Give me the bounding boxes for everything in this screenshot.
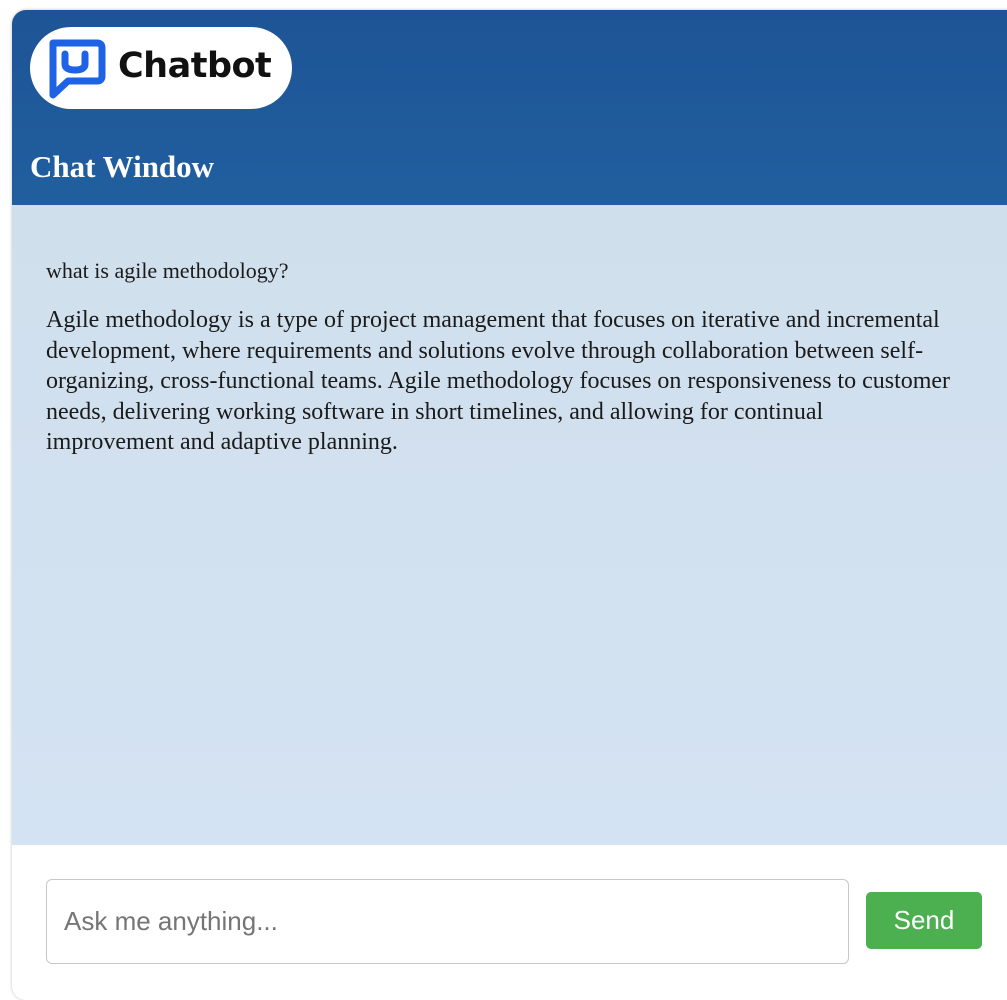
logo-text: Chatbot (118, 46, 272, 86)
chatbot-logo: Chatbot (30, 27, 292, 109)
send-button[interactable]: Send (866, 892, 982, 949)
chat-bubble-smile-icon (49, 39, 106, 99)
message-list: what is agile methodology? Agile methodo… (12, 205, 1007, 845)
chat-header: Chatbot Chat Window (12, 10, 1007, 205)
bot-message: Agile methodology is a type of project m… (46, 307, 951, 456)
input-bar: Send (12, 845, 1007, 1000)
chat-window: Chatbot Chat Window what is agile method… (12, 10, 1007, 1000)
user-message: what is agile methodology? (46, 258, 289, 283)
message-input[interactable] (46, 879, 849, 964)
page-title: Chat Window (30, 149, 215, 184)
